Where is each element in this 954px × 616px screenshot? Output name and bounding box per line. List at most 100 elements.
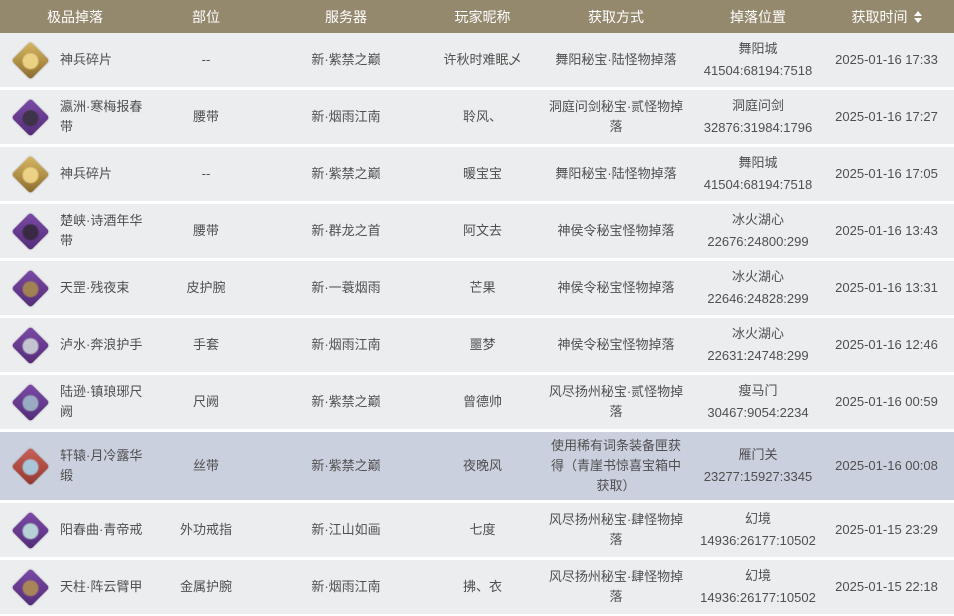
server-name: 新·紫禁之巅 xyxy=(311,52,381,67)
location-name: 冰火湖心 xyxy=(731,326,784,341)
item-cell: 楚峡·诗酒年华带 xyxy=(0,209,150,253)
drop-time: 2025-01-16 13:43 xyxy=(835,223,938,238)
drop-location: 冰火湖心 22676:24800:299 xyxy=(697,209,819,253)
table-row[interactable]: 神兵碎片 -- 新·紫禁之巅 暖宝宝 舞阳秘宝·陆怪物掉落 舞阳城 41504:… xyxy=(0,147,954,201)
item-name: 楚峡·诗酒年华带 xyxy=(60,213,143,248)
location-name: 瘦马门 xyxy=(738,383,778,398)
item-name: 陆逊·镇琅琊尺阙 xyxy=(60,384,143,419)
player-nickname: 许秋时难眠乄 xyxy=(443,52,522,67)
item-name: 天柱·阵云臂甲 xyxy=(60,579,143,594)
item-cell: 泸水·奔浪护手 xyxy=(0,323,150,367)
table-header: 极品掉落 部位 服务器 玩家昵称 获取方式 掉落位置 获取时间 xyxy=(0,0,954,33)
server-name: 新·江山如画 xyxy=(311,522,381,537)
server-name: 新·一蓑烟雨 xyxy=(311,280,381,295)
location-coordinates: 23277:15927:3345 xyxy=(703,469,813,484)
table-row[interactable]: 楚峡·诗酒年华带 腰带 新·群龙之首 阿文去 神侯令秘宝怪物掉落 冰火湖心 22… xyxy=(0,204,954,258)
location-coordinates: 14936:26177:10502 xyxy=(700,533,816,548)
table-row[interactable]: 阳春曲·青帝戒 外功戒指 新·江山如画 七度 风尽扬州秘宝·肆怪物掉落 幻境 1… xyxy=(0,503,954,557)
drop-table: 极品掉落 部位 服务器 玩家昵称 获取方式 掉落位置 获取时间 神兵碎片 -- … xyxy=(0,0,954,614)
item-part: 丝带 xyxy=(192,458,219,473)
drop-location: 冰火湖心 22631:24748:299 xyxy=(697,323,819,367)
acquisition-method: 风尽扬州秘宝·肆怪物掉落 xyxy=(548,569,684,604)
location-name: 舞阳城 xyxy=(738,155,778,170)
table-row[interactable]: 泸水·奔浪护手 手套 新·烟雨江南 噩梦 神侯令秘宝怪物掉落 冰火湖心 2263… xyxy=(0,318,954,372)
drop-time: 2025-01-16 13:31 xyxy=(835,280,938,295)
acquisition-method: 舞阳秘宝·陆怪物掉落 xyxy=(555,52,677,67)
location-name: 雁门关 xyxy=(738,447,778,462)
drop-location: 洞庭问剑 32876:31984:1796 xyxy=(697,95,819,139)
drop-time: 2025-01-16 17:05 xyxy=(835,166,938,181)
header-server: 服务器 xyxy=(325,8,367,25)
item-rarity-icon xyxy=(8,38,52,82)
drop-location: 瘦马门 30467:9054:2234 xyxy=(697,380,819,424)
item-name: 天罡·残夜束 xyxy=(60,280,130,295)
item-rarity-icon xyxy=(8,508,52,552)
server-name: 新·群龙之首 xyxy=(311,223,381,238)
acquisition-method: 风尽扬州秘宝·肆怪物掉落 xyxy=(548,512,684,547)
location-name: 幻境 xyxy=(744,568,771,583)
header-item: 极品掉落 xyxy=(47,8,103,25)
table-row[interactable]: 天柱·阵云臂甲 金属护腕 新·烟雨江南 拂、衣 风尽扬州秘宝·肆怪物掉落 幻境 … xyxy=(0,560,954,614)
item-part: 皮护腕 xyxy=(186,280,226,295)
item-part: 手套 xyxy=(192,337,219,352)
item-cell: 神兵碎片 xyxy=(0,152,150,196)
item-name: 轩辕·月冷露华缎 xyxy=(60,448,143,483)
acquisition-method: 风尽扬州秘宝·贰怪物掉落 xyxy=(548,384,684,419)
location-coordinates: 32876:31984:1796 xyxy=(703,120,813,135)
drop-time: 2025-01-15 23:29 xyxy=(835,522,938,537)
location-coordinates: 22646:24828:299 xyxy=(707,291,809,306)
acquisition-method: 神侯令秘宝怪物掉落 xyxy=(557,280,675,295)
location-name: 冰火湖心 xyxy=(731,269,784,284)
server-name: 新·烟雨江南 xyxy=(311,579,381,594)
player-nickname: 聆风、 xyxy=(462,109,502,124)
header-time-label: 获取时间 xyxy=(851,8,908,25)
item-cell: 天罡·残夜束 xyxy=(0,266,150,310)
header-player: 玩家昵称 xyxy=(454,8,511,25)
header-method: 获取方式 xyxy=(588,8,644,25)
location-name: 幻境 xyxy=(744,511,771,526)
item-part: 腰带 xyxy=(192,109,219,124)
item-rarity-icon xyxy=(8,209,52,253)
drop-location: 冰火湖心 22646:24828:299 xyxy=(697,266,819,310)
location-name: 洞庭问剑 xyxy=(731,98,784,113)
sort-icon[interactable] xyxy=(913,10,922,23)
player-nickname: 夜晚风 xyxy=(462,458,502,473)
location-coordinates: 14936:26177:10502 xyxy=(700,590,816,605)
drop-location: 舞阳城 41504:68194:7518 xyxy=(697,152,819,196)
item-name: 神兵碎片 xyxy=(60,166,113,181)
table-row[interactable]: 轩辕·月冷露华缎 丝带 新·紫禁之巅 夜晚风 使用稀有词条装备匣获得（青崖书惊喜… xyxy=(0,432,954,500)
server-name: 新·紫禁之巅 xyxy=(311,166,381,181)
item-cell: 天柱·阵云臂甲 xyxy=(0,565,150,609)
acquisition-method: 神侯令秘宝怪物掉落 xyxy=(557,223,675,238)
item-part: 腰带 xyxy=(192,223,219,238)
item-rarity-icon xyxy=(8,444,52,488)
table-row[interactable]: 天罡·残夜束 皮护腕 新·一蓑烟雨 芒果 神侯令秘宝怪物掉落 冰火湖心 2264… xyxy=(0,261,954,315)
item-name: 神兵碎片 xyxy=(60,52,113,67)
header-time-sortable[interactable]: 获取时间 xyxy=(819,7,954,27)
item-rarity-icon xyxy=(8,152,52,196)
location-name: 舞阳城 xyxy=(738,41,778,56)
table-row[interactable]: 瀛洲·寒梅报春带 腰带 新·烟雨江南 聆风、 洞庭问剑秘宝·贰怪物掉落 洞庭问剑… xyxy=(0,90,954,144)
player-nickname: 拂、衣 xyxy=(462,579,502,594)
item-part: 尺阙 xyxy=(192,394,219,409)
item-part: -- xyxy=(201,166,211,181)
drop-time: 2025-01-16 17:27 xyxy=(835,109,938,124)
table-row[interactable]: 神兵碎片 -- 新·紫禁之巅 许秋时难眠乄 舞阳秘宝·陆怪物掉落 舞阳城 415… xyxy=(0,33,954,87)
acquisition-method: 洞庭问剑秘宝·贰怪物掉落 xyxy=(548,99,684,134)
acquisition-method: 舞阳秘宝·陆怪物掉落 xyxy=(555,166,677,181)
drop-time: 2025-01-16 00:59 xyxy=(835,394,938,409)
drop-location: 幻境 14936:26177:10502 xyxy=(697,508,819,552)
item-name: 阳春曲·青帝戒 xyxy=(60,522,143,537)
item-rarity-icon xyxy=(8,95,52,139)
player-nickname: 七度 xyxy=(469,522,496,537)
server-name: 新·烟雨江南 xyxy=(311,337,381,352)
location-coordinates: 41504:68194:7518 xyxy=(703,177,813,192)
item-rarity-icon xyxy=(8,380,52,424)
item-cell: 神兵碎片 xyxy=(0,38,150,82)
header-part: 部位 xyxy=(192,8,220,25)
sort-up-arrow-icon xyxy=(913,10,922,16)
drop-location: 幻境 14936:26177:10502 xyxy=(697,565,819,609)
item-cell: 阳春曲·青帝戒 xyxy=(0,508,150,552)
player-nickname: 暖宝宝 xyxy=(462,166,502,181)
table-row[interactable]: 陆逊·镇琅琊尺阙 尺阙 新·紫禁之巅 曾德帅 风尽扬州秘宝·贰怪物掉落 瘦马门 … xyxy=(0,375,954,429)
